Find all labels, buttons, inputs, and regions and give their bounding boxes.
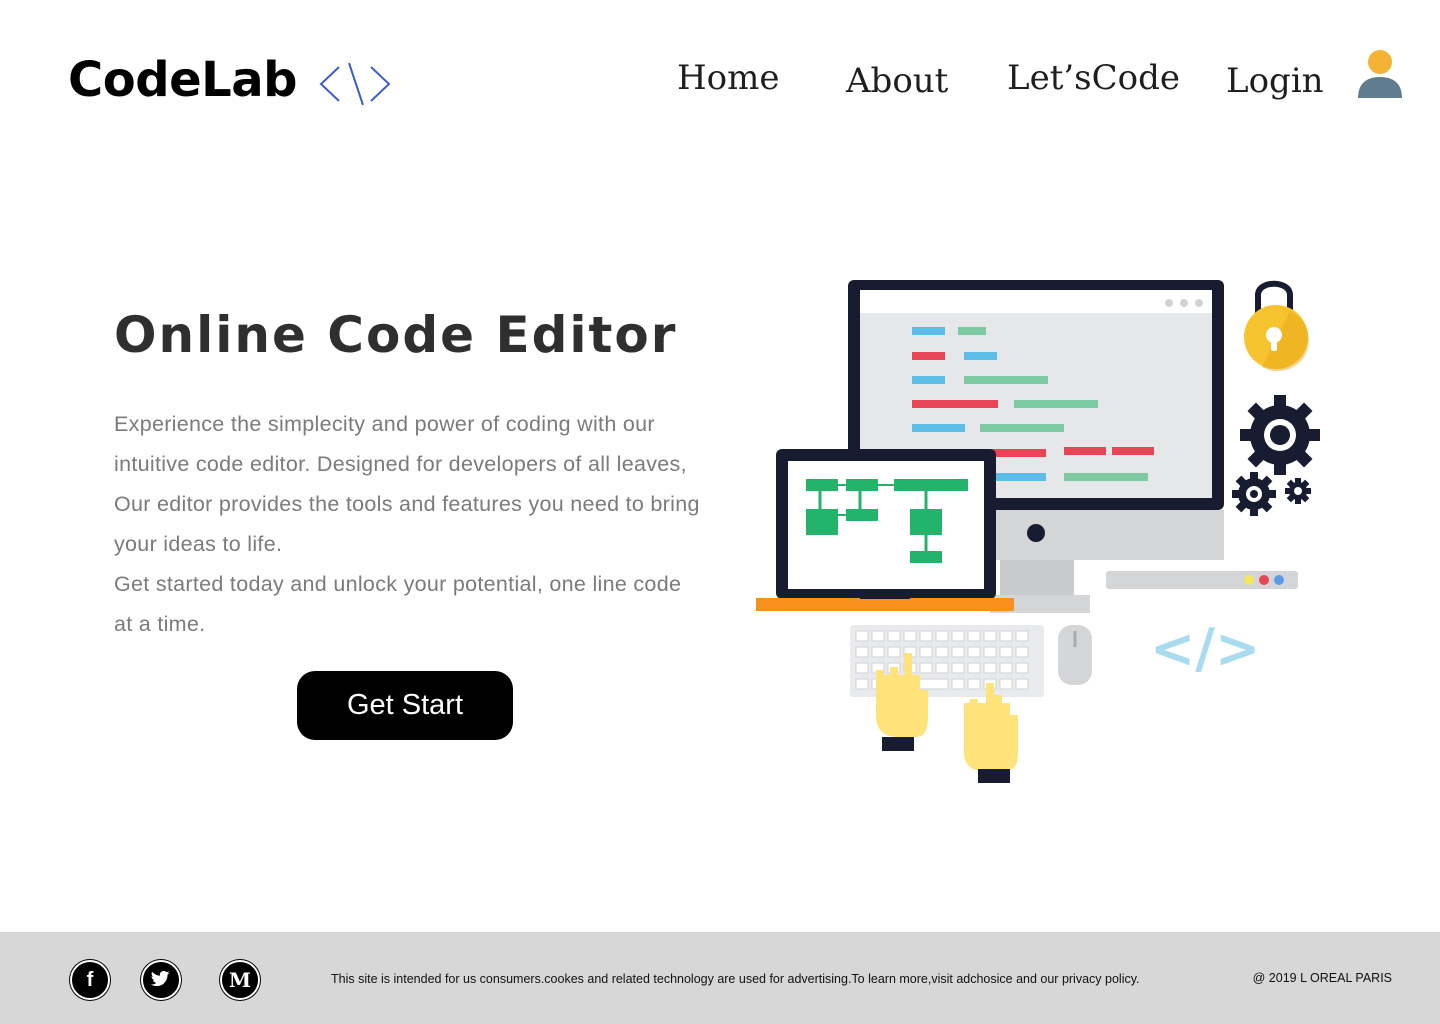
hero-description-paragraph-2: Get started today and unlock your potent… [114, 572, 682, 636]
copyright: @ 2019 L OREAL PARIS [1252, 971, 1392, 985]
footer-disclaimer: This site is intended for us consumers.c… [331, 972, 1140, 986]
get-start-button[interactable]: Get Start [297, 671, 513, 740]
code-brackets-icon [319, 62, 391, 106]
twitter-icon[interactable] [141, 960, 181, 1000]
code-tag-text: </> [1150, 617, 1260, 680]
nav-letscode[interactable]: Let’sCode [1007, 58, 1180, 98]
facebook-glyph: f [86, 968, 94, 991]
nav-about[interactable]: About [846, 61, 948, 101]
coding-workstation-illustration: </> [756, 280, 1320, 783]
footer: f M This site is intended for us consume… [0, 932, 1440, 1024]
user-avatar-icon[interactable] [1356, 50, 1404, 100]
twitter-bird-icon [151, 971, 170, 987]
medium-glyph: M [228, 968, 252, 992]
hero-description-paragraph: Experience the simplecity and power of c… [114, 412, 700, 556]
nav-home[interactable]: Home [677, 58, 779, 98]
facebook-icon[interactable]: f [70, 960, 110, 1000]
hero-description: Experience the simplecity and power of c… [114, 404, 704, 644]
nav-login[interactable]: Login [1226, 61, 1324, 101]
logo-text: CodeLab [68, 52, 297, 108]
logo[interactable]: CodeLab [68, 52, 391, 108]
medium-icon[interactable]: M [220, 960, 260, 1000]
page-title: Online Code Editor [114, 306, 678, 364]
